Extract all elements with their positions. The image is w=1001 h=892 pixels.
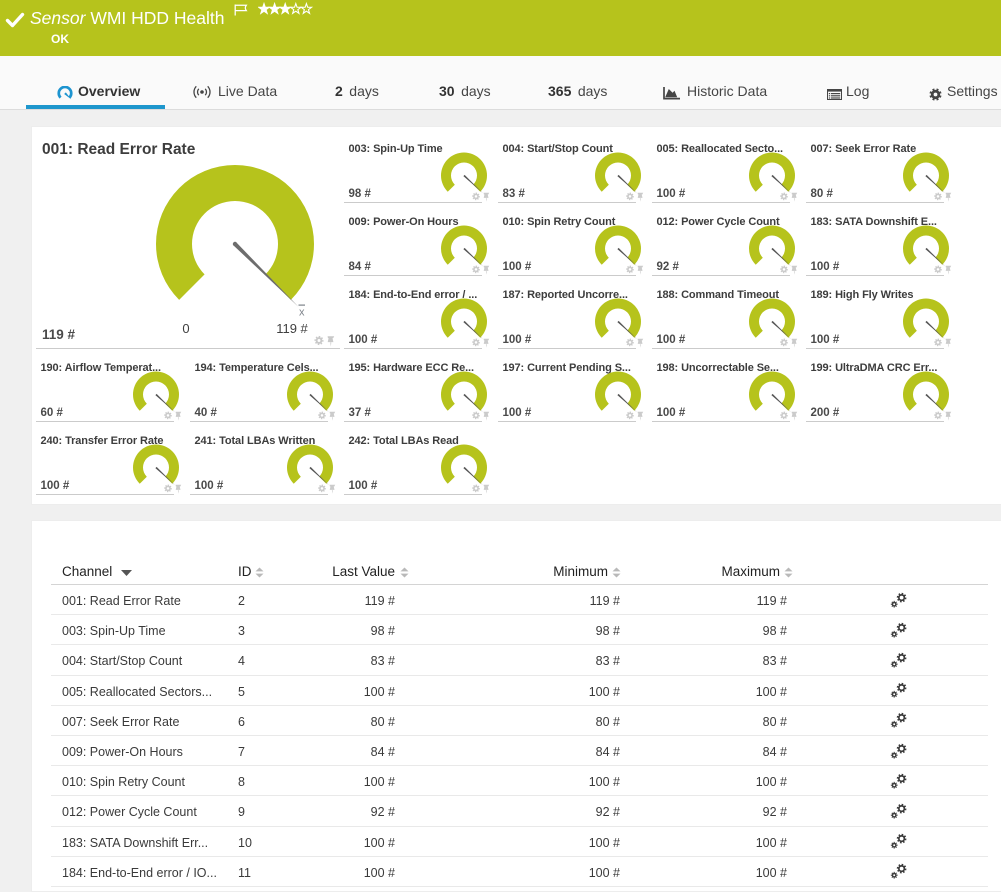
svg-text:x: x — [299, 307, 305, 319]
